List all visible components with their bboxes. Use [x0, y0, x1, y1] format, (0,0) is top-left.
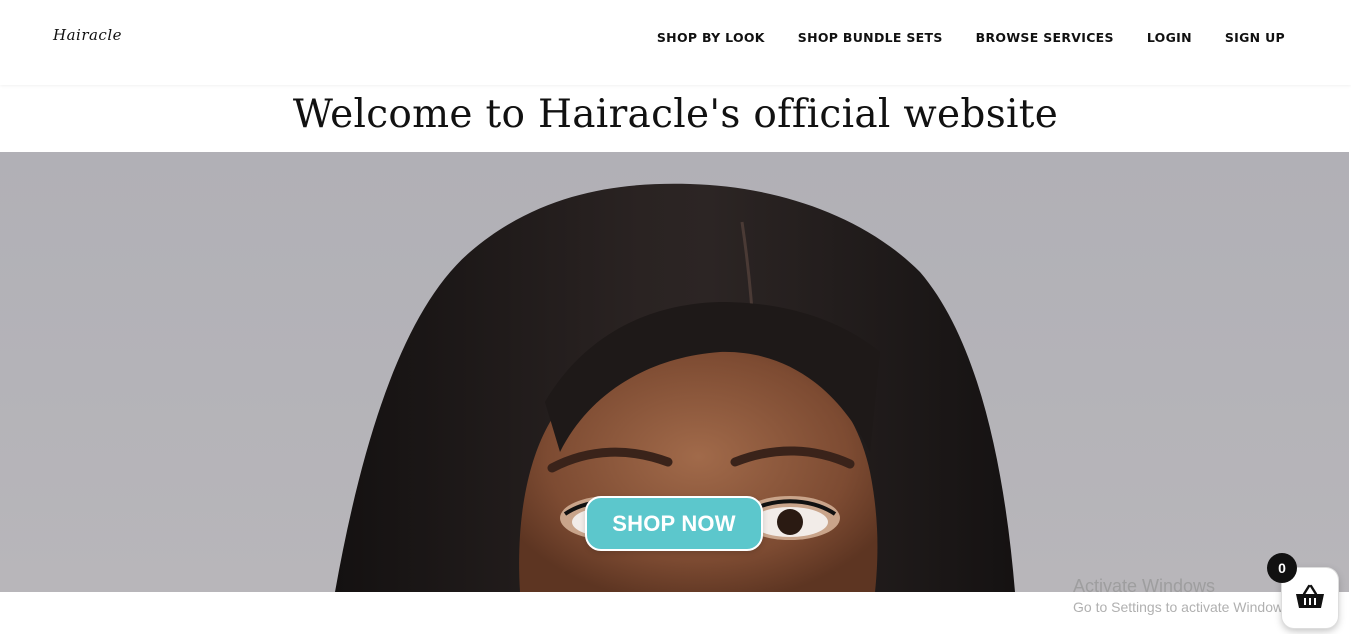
- right-iris: [777, 509, 803, 535]
- nav-sign-up[interactable]: SIGN UP: [1225, 30, 1285, 45]
- page: Hairacle SHOP BY LOOK SHOP BUNDLE SETS B…: [0, 0, 1351, 634]
- watermark-title: Activate Windows: [1073, 576, 1216, 596]
- main-nav: SHOP BY LOOK SHOP BUNDLE SETS BROWSE SER…: [624, 30, 1285, 45]
- site-header: Hairacle SHOP BY LOOK SHOP BUNDLE SETS B…: [0, 0, 1351, 85]
- site-logo[interactable]: Hairacle: [53, 26, 122, 44]
- nav-browse-services[interactable]: BROWSE SERVICES: [976, 30, 1114, 45]
- nav-login[interactable]: LOGIN: [1147, 30, 1192, 45]
- page-title: Welcome to Hairacle's official website: [292, 92, 1059, 137]
- shop-now-button[interactable]: SHOP NOW: [585, 496, 763, 551]
- nav-shop-bundle-sets[interactable]: SHOP BUNDLE SETS: [798, 30, 943, 45]
- hero-banner: SHOP NOW: [0, 152, 1349, 592]
- cart-count-badge: 0: [1267, 553, 1297, 583]
- windows-activation-watermark: Activate Windows Go to Settings to activ…: [1073, 575, 1294, 617]
- watermark-subtitle: Go to Settings to activate Windows.: [1073, 599, 1294, 615]
- basket-icon: [1296, 584, 1324, 608]
- nav-shop-by-look[interactable]: SHOP BY LOOK: [657, 30, 765, 45]
